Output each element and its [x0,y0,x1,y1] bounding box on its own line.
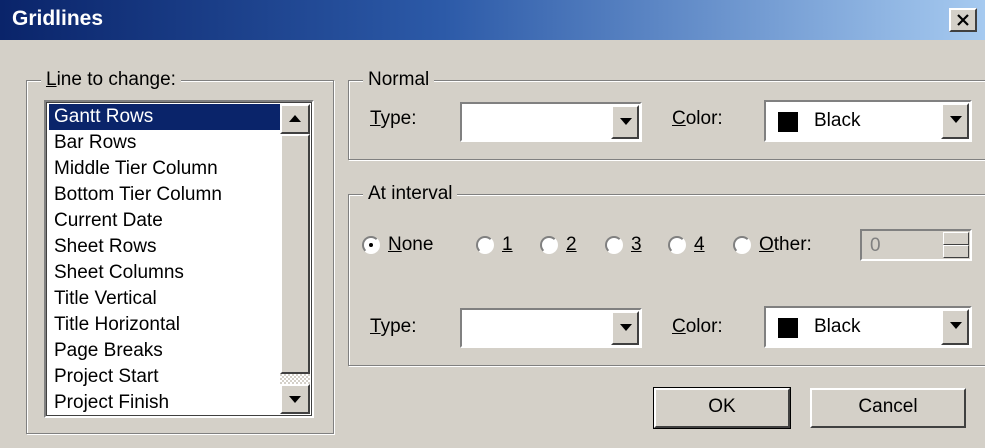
radio-label: None [388,234,434,255]
normal-color-value: Black [814,110,861,131]
color-swatch [778,112,798,132]
close-button[interactable] [949,8,977,32]
interval-color-select[interactable]: Black [764,306,972,348]
chevron-down-icon [950,322,962,329]
color-swatch [778,318,798,338]
radio-label: 3 [631,234,642,255]
radio-circle [733,236,751,254]
interval-type-label: Type: [370,316,417,337]
line-to-change-list[interactable]: Gantt Rows Bar Rows Middle Tier Column Bott… [44,100,314,418]
list-item[interactable]: Gantt Rows [49,104,281,130]
arrow-up-icon [289,115,301,122]
radio-circle [362,236,380,254]
radio-dot-icon [369,243,373,247]
radio-circle [668,236,686,254]
radio-label: 1 [502,234,513,255]
scroll-up-button[interactable] [280,104,310,134]
list-item[interactable]: Current Date [49,208,281,234]
list-item[interactable]: Page Breaks [49,338,281,364]
normal-type-select[interactable] [460,102,642,142]
list-item[interactable]: Middle Tier Column [49,156,281,182]
interval-color-label: Color: [672,316,723,337]
normal-type-label: Type: [370,108,417,129]
normal-color-dropdown-button[interactable] [941,103,969,139]
other-interval-value: 0 [870,235,881,256]
chevron-down-icon [950,116,962,123]
list-item[interactable]: Title Vertical [49,286,281,312]
list-item[interactable]: Bar Rows [49,130,281,156]
radio-label: 2 [566,234,577,255]
spin-up-button[interactable] [943,232,969,245]
list-item[interactable]: Project Finish [49,390,281,416]
window-title: Gridlines [12,7,104,30]
list-item[interactable]: Sheet Columns [49,260,281,286]
other-interval-spinner[interactable]: 0 [860,229,972,261]
chevron-down-icon [620,324,632,331]
close-icon [957,14,969,26]
list-scrollbar[interactable] [280,104,310,414]
at-interval-legend: At interval [363,182,458,206]
line-to-change-label: Line to change: [41,68,181,92]
list-item[interactable]: Project Start [49,364,281,390]
arrow-down-icon [289,396,301,403]
interval-type-select[interactable] [460,308,642,348]
radio-label: Other: [759,234,812,255]
spin-down-button[interactable] [943,245,969,258]
interval-color-value: Black [814,316,861,337]
radio-circle [476,236,494,254]
normal-legend: Normal [363,68,435,92]
ok-button[interactable]: OK [653,387,791,429]
cancel-button[interactable]: Cancel [810,388,966,428]
list-item[interactable]: Sheet Rows [49,234,281,260]
list-item[interactable]: Bottom Tier Column [49,182,281,208]
radio-label: 4 [694,234,705,255]
interval-color-dropdown-button[interactable] [941,309,969,345]
scroll-down-button[interactable] [280,384,310,414]
chevron-down-icon [620,118,632,125]
list-item[interactable]: Title Horizontal [49,312,281,338]
normal-color-select[interactable]: Black [764,100,972,142]
scroll-thumb[interactable] [280,134,310,374]
radio-circle [540,236,558,254]
normal-type-dropdown-button[interactable] [611,105,639,139]
radio-circle [605,236,623,254]
title-bar: Gridlines [0,0,985,40]
interval-type-dropdown-button[interactable] [611,311,639,345]
normal-color-label: Color: [672,108,723,129]
